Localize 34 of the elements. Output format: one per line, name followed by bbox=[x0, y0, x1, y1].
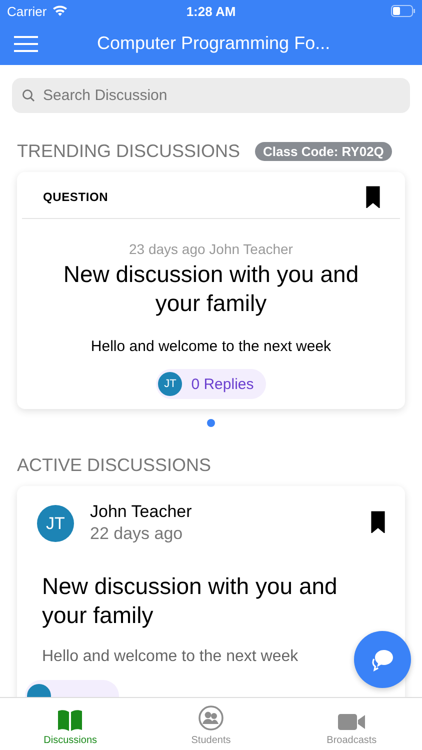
bookmark-icon[interactable] bbox=[371, 511, 385, 533]
book-icon bbox=[57, 709, 84, 731]
tab[interactable]: Discussions bbox=[0, 698, 141, 750]
discussion-title: New discussion with you and your family bbox=[62, 260, 360, 318]
author-name: John Teacher bbox=[90, 502, 193, 522]
search-field[interactable]: Search Discussion bbox=[12, 78, 410, 113]
people-icon bbox=[198, 705, 224, 731]
discussion-card[interactable]: QUESTION 23 days ago John Teacher New discussion with you and your family Hello and welcome to the next week JT 0 Replies bbox=[17, 172, 405, 409]
video-camera-icon bbox=[338, 713, 366, 731]
class-code-badge: Class Code: RY02Q bbox=[255, 142, 392, 161]
section-heading: ACTIVE DISCUSSIONS bbox=[17, 455, 212, 476]
battery-icon bbox=[391, 5, 415, 17]
discussion-body: Hello and welcome to the next week bbox=[41, 648, 300, 666]
status-time: 1:28 AM bbox=[186, 4, 236, 18]
screen-title: Computer Programming Fo... bbox=[97, 33, 330, 54]
section-heading: TRENDING DISCUSSIONS bbox=[17, 141, 240, 162]
post-time: 22 days ago bbox=[90, 524, 184, 544]
wifi-icon bbox=[52, 5, 68, 17]
chat-icon bbox=[370, 648, 396, 672]
carrier-label: Carrier bbox=[7, 4, 47, 18]
avatar: JT bbox=[37, 505, 74, 542]
bookmark-icon[interactable] bbox=[366, 186, 380, 208]
avatar: JT bbox=[158, 372, 182, 396]
tab[interactable]: Students bbox=[140, 698, 282, 750]
discussion-meta: 23 days ago John Teacher bbox=[129, 241, 293, 257]
discussion-body: Hello and welcome to the next week bbox=[90, 338, 332, 355]
replies-count: 0 Replies bbox=[191, 376, 254, 392]
discussion-type: QUESTION bbox=[43, 190, 108, 204]
page-dot[interactable] bbox=[207, 419, 215, 427]
replies-button[interactable]: JT 0 Replies bbox=[156, 369, 266, 399]
menu-icon bbox=[14, 36, 38, 52]
discussion-card[interactable]: JT John Teacher 22 days ago New discussion with you and your family Hello and welcome to the next week bbox=[17, 486, 405, 697]
tab[interactable]: Broadcasts bbox=[281, 698, 422, 750]
discussion-title: New discussion with you and your family bbox=[41, 572, 338, 630]
